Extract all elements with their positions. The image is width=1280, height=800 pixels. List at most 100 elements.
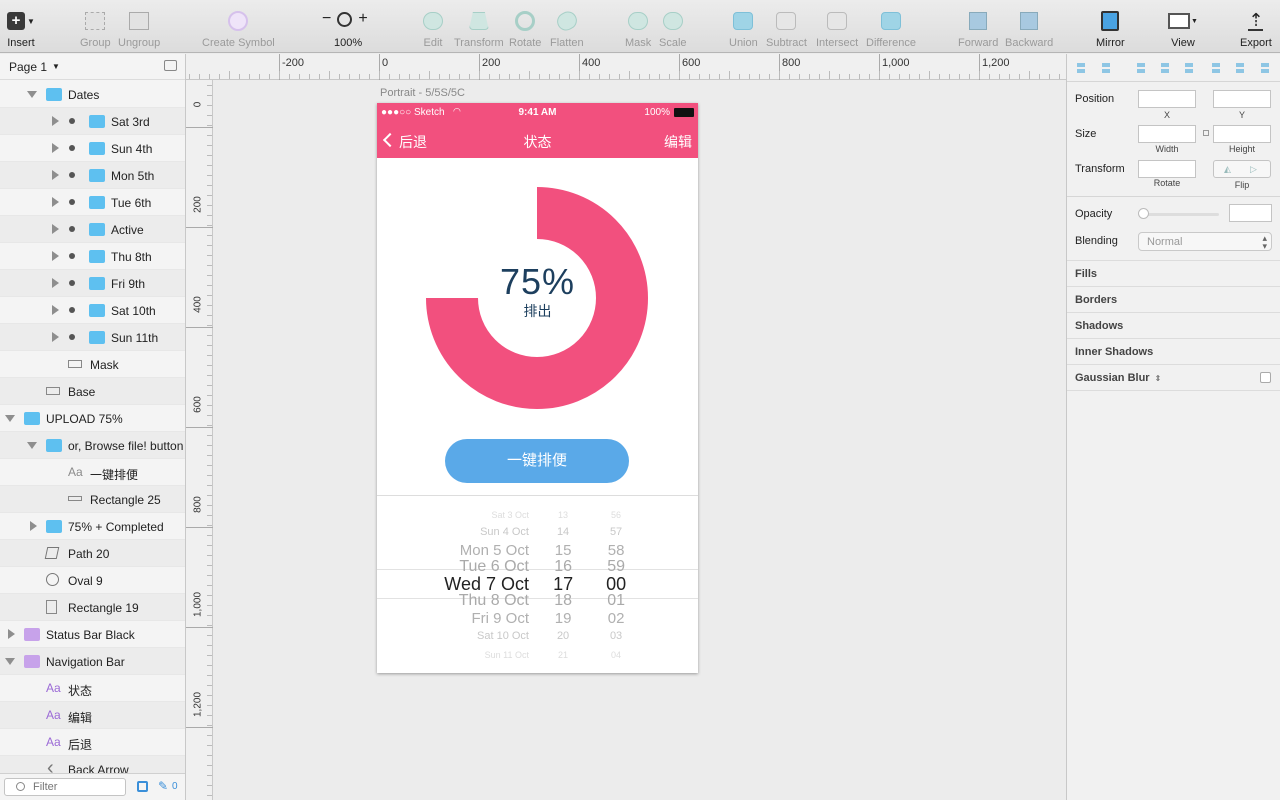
- picker-date-option[interactable]: Fri 9 Oct: [471, 610, 529, 627]
- opacity-field[interactable]: [1229, 204, 1272, 222]
- picker-date-option[interactable]: Sun 4 Oct: [480, 526, 529, 538]
- flip-horizontal-icon[interactable]: ◭: [1224, 164, 1231, 175]
- distribute-vertical-icon[interactable]: [1100, 62, 1112, 74]
- nav-edit-button[interactable]: 编辑: [664, 132, 692, 152]
- align-center-icon[interactable]: [1159, 62, 1171, 74]
- layer-row[interactable]: Aa 后退: [0, 729, 185, 756]
- disclosure-closed-icon[interactable]: [52, 251, 59, 261]
- export-button[interactable]: ⇡ Export: [1240, 8, 1272, 49]
- date-time-picker[interactable]: Sat 3 Oct 13 56 Sun 4 Oct 14 57 Mon 5 Oct 15 58 T…: [377, 495, 698, 673]
- layer-row[interactable]: Rectangle 25: [0, 486, 185, 513]
- group-button[interactable]: Group: [80, 8, 111, 49]
- picker-hour-option[interactable]: 19: [555, 610, 572, 627]
- layer-row[interactable]: Sat 10th: [0, 297, 185, 324]
- width-field[interactable]: [1138, 125, 1196, 143]
- layer-row[interactable]: Mon 5th: [0, 162, 185, 189]
- subtract-button[interactable]: Subtract: [766, 8, 807, 49]
- picker-date-option[interactable]: Thu 8 Oct: [459, 592, 529, 610]
- picker-hour-option[interactable]: 14: [557, 526, 569, 538]
- position-y-field[interactable]: [1213, 90, 1271, 108]
- disclosure-open-icon[interactable]: [5, 658, 15, 665]
- rotate-field[interactable]: [1138, 160, 1196, 178]
- layer-row[interactable]: Mask: [0, 351, 185, 378]
- collapse-pages-icon[interactable]: [164, 60, 177, 71]
- one-tap-action-button[interactable]: 一键排便: [445, 439, 629, 483]
- disclosure-closed-icon[interactable]: [52, 170, 59, 180]
- zoom-out-button[interactable]: −: [322, 10, 331, 28]
- layer-row[interactable]: Aa 状态: [0, 675, 185, 702]
- disclosure-closed-icon[interactable]: [52, 116, 59, 126]
- layer-row[interactable]: Sun 4th: [0, 135, 185, 162]
- edit-button[interactable]: Edit: [423, 8, 443, 49]
- picker-date-option[interactable]: Sat 3 Oct: [491, 510, 529, 520]
- picker-hour-option[interactable]: 20: [557, 630, 569, 642]
- symbols-filter-icon[interactable]: [137, 781, 148, 792]
- pen-filter-icon[interactable]: ✎: [158, 779, 168, 793]
- insert-button[interactable]: + ▼ Insert: [7, 8, 35, 49]
- flatten-button[interactable]: Flatten: [550, 8, 584, 49]
- create-symbol-button[interactable]: Create Symbol: [202, 8, 275, 49]
- canvas[interactable]: Portrait - 5/5S/5C ●●●○○ Sketch ◠ 9:41 A…: [213, 80, 1066, 800]
- vertical-ruler[interactable]: 0 200 400 600 800 1,000 1,200: [186, 80, 213, 800]
- scale-button[interactable]: Scale: [659, 8, 687, 49]
- align-top-icon[interactable]: [1210, 62, 1222, 74]
- ungroup-button[interactable]: Ungroup: [118, 8, 160, 49]
- style-section-header[interactable]: Gaussian Blur ⇕: [1067, 364, 1280, 390]
- align-left-icon[interactable]: [1135, 62, 1147, 74]
- picker-date-option[interactable]: Mon 5 Oct: [460, 542, 529, 559]
- align-bottom-icon[interactable]: [1259, 62, 1271, 74]
- disclosure-open-icon[interactable]: [5, 415, 15, 422]
- layer-row[interactable]: Sat 3rd: [0, 108, 185, 135]
- difference-button[interactable]: Difference: [866, 8, 916, 49]
- transform-button[interactable]: Transform: [454, 8, 504, 49]
- layer-row[interactable]: UPLOAD 75%: [0, 405, 185, 432]
- position-x-field[interactable]: [1138, 90, 1196, 108]
- visibility-dot-icon[interactable]: [69, 253, 75, 259]
- mask-button[interactable]: Mask: [625, 8, 651, 49]
- artboard-title[interactable]: Portrait - 5/5S/5C: [380, 87, 465, 99]
- visibility-dot-icon[interactable]: [69, 172, 75, 178]
- visibility-dot-icon[interactable]: [69, 118, 75, 124]
- layer-row[interactable]: Rectangle 19: [0, 594, 185, 621]
- blending-select[interactable]: Normal ▴ ▾: [1138, 232, 1272, 251]
- lock-icon[interactable]: [1203, 130, 1209, 136]
- picker-hour-option[interactable]: 13: [558, 510, 568, 520]
- view-button[interactable]: ▼ View: [1168, 8, 1198, 49]
- layer-row[interactable]: or, Browse file! button: [0, 432, 185, 459]
- layer-row[interactable]: Fri 9th: [0, 270, 185, 297]
- layer-row[interactable]: Navigation Bar: [0, 648, 185, 675]
- intersect-button[interactable]: Intersect: [816, 8, 858, 49]
- layer-row[interactable]: Path 20: [0, 540, 185, 567]
- blur-checkbox[interactable]: [1260, 372, 1271, 383]
- disclosure-closed-icon[interactable]: [8, 629, 15, 639]
- forward-button[interactable]: Forward: [958, 8, 998, 49]
- visibility-dot-icon[interactable]: [69, 145, 75, 151]
- disclosure-closed-icon[interactable]: [52, 224, 59, 234]
- mirror-button[interactable]: Mirror: [1096, 8, 1125, 49]
- picker-minute-option[interactable]: 02: [608, 610, 625, 627]
- layer-row[interactable]: Sun 11th: [0, 324, 185, 351]
- visibility-dot-icon[interactable]: [69, 199, 75, 205]
- horizontal-ruler[interactable]: -200 0 200 400 600 800 1,000 1,200: [186, 54, 1066, 80]
- picker-minute-option[interactable]: 04: [611, 650, 621, 660]
- opacity-slider-knob[interactable]: [1138, 208, 1149, 219]
- page-selector[interactable]: Page 1 ▼: [0, 54, 185, 80]
- layer-row[interactable]: Aa 一键排便: [0, 459, 185, 486]
- opacity-slider[interactable]: [1141, 213, 1219, 216]
- layer-row[interactable]: ‹ Back Arrow: [0, 756, 185, 773]
- artboard[interactable]: ●●●○○ Sketch ◠ 9:41 AM 100% 后退 状态 编辑 75%…: [377, 103, 698, 673]
- align-right-icon[interactable]: [1183, 62, 1195, 74]
- visibility-dot-icon[interactable]: [69, 307, 75, 313]
- height-field[interactable]: [1213, 125, 1271, 143]
- style-section-header[interactable]: Fills: [1067, 260, 1280, 286]
- visibility-dot-icon[interactable]: [69, 334, 75, 340]
- flip-vertical-icon[interactable]: ▷: [1250, 164, 1257, 175]
- flip-buttons[interactable]: ◭ ▷: [1213, 160, 1271, 178]
- disclosure-closed-icon[interactable]: [52, 332, 59, 342]
- style-section-header[interactable]: Shadows: [1067, 312, 1280, 338]
- layer-row[interactable]: Thu 8th: [0, 243, 185, 270]
- picker-date-option[interactable]: Sat 10 Oct: [477, 630, 529, 642]
- picker-minute-option[interactable]: 03: [610, 630, 622, 642]
- disclosure-closed-icon[interactable]: [30, 521, 37, 531]
- disclosure-closed-icon[interactable]: [52, 305, 59, 315]
